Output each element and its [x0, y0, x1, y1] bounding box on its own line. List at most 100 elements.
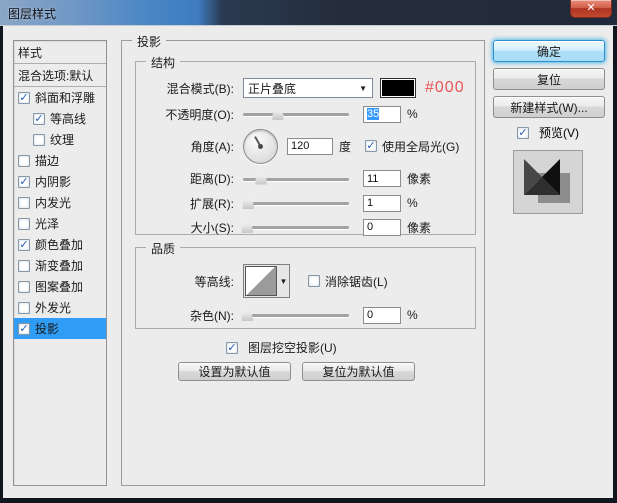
- noise-input[interactable]: 0: [363, 306, 401, 324]
- angle-unit: 度: [339, 139, 352, 154]
- outer-glow-checkbox[interactable]: [18, 301, 30, 314]
- distance-slider[interactable]: [243, 173, 349, 185]
- make-default-button[interactable]: 设置为默认值: [178, 362, 291, 381]
- shadow-color-swatch[interactable]: [380, 78, 416, 98]
- angle-value: 120: [291, 140, 310, 152]
- gradient-overlay-checkbox[interactable]: [18, 259, 30, 272]
- sidebar-item-contour[interactable]: ✓ 等高线: [14, 108, 106, 129]
- sidebar-item-blending-options[interactable]: 混合选项:默认: [14, 64, 106, 87]
- slider-thumb[interactable]: [241, 310, 253, 321]
- size-input[interactable]: 0: [363, 218, 401, 236]
- slider-thumb[interactable]: [255, 173, 267, 185]
- panel-legend: 投影: [132, 33, 167, 50]
- inner-shadow-checkbox[interactable]: ✓: [18, 175, 30, 188]
- structure-group: 结构 混合模式(B): 正片叠底 ▼ #000 不透明度(O): 35 % 角度…: [135, 54, 476, 236]
- anti-alias-checkbox[interactable]: [308, 275, 320, 287]
- texture-checkbox[interactable]: [33, 133, 45, 146]
- angle-hub: [258, 143, 263, 149]
- sidebar-item-drop-shadow[interactable]: ✓ 投影: [14, 318, 106, 339]
- bevel-emboss-checkbox[interactable]: ✓: [18, 91, 30, 104]
- sidebar-item-gradient-overlay[interactable]: 渐变叠加: [14, 255, 106, 276]
- titlebar: 图层样式 ✕: [0, 0, 617, 26]
- slider-thumb[interactable]: [242, 198, 254, 209]
- slider-thumb[interactable]: [272, 109, 284, 120]
- ok-button[interactable]: 确定: [493, 40, 605, 62]
- sidebar-item-color-overlay[interactable]: ✓ 颜色叠加: [14, 234, 106, 255]
- sidebar-item-bevel-emboss[interactable]: ✓ 斜面和浮雕: [14, 87, 106, 108]
- contour-checkbox[interactable]: ✓: [33, 112, 45, 125]
- angle-row: 角度(A): 120 度 ✓ 使用全局光(G): [142, 126, 469, 166]
- drop-shadow-checkbox[interactable]: ✓: [18, 322, 30, 335]
- distance-input[interactable]: 11: [363, 170, 401, 187]
- distance-row: 距离(D): 11 像素: [142, 166, 469, 191]
- use-global-light-option[interactable]: ✓ 使用全局光(G): [365, 138, 459, 155]
- style-preview-art: [514, 151, 582, 213]
- chevron-down-icon: ▼: [279, 276, 288, 286]
- item-label: 纹理: [50, 133, 75, 147]
- noise-label: 杂色(N):: [190, 308, 234, 323]
- noise-slider[interactable]: [241, 309, 349, 321]
- opacity-slider[interactable]: [243, 108, 349, 120]
- reset-default-button[interactable]: 复位为默认值: [302, 362, 415, 381]
- global-light-label[interactable]: 使用全局光(G): [382, 138, 459, 155]
- sidebar-item-texture[interactable]: 纹理: [14, 129, 106, 150]
- contour-label: 等高线:: [194, 274, 234, 289]
- drop-shadow-panel: 投影 结构 混合模式(B): 正片叠底 ▼ #000 不透明度(O): 35 %…: [121, 33, 485, 486]
- contour-picker[interactable]: ▼: [243, 264, 290, 298]
- angle-input[interactable]: 120: [287, 137, 333, 155]
- preview-label[interactable]: 预览(V): [539, 124, 579, 141]
- size-slider[interactable]: [241, 221, 349, 233]
- item-label: 内阴影: [35, 175, 72, 189]
- global-light-checkbox[interactable]: ✓: [365, 140, 378, 152]
- blend-mode-select[interactable]: 正片叠底 ▼: [243, 78, 373, 98]
- preview-checkbox[interactable]: ✓: [517, 126, 529, 139]
- contour-thumbnail: [245, 266, 277, 296]
- structure-legend: 结构: [146, 54, 181, 71]
- preview-option[interactable]: ✓ 预览(V): [493, 124, 608, 141]
- window-title: 图层样式: [8, 7, 57, 21]
- slider-groove: [243, 202, 349, 205]
- anti-alias-option[interactable]: 消除锯齿(L): [308, 273, 388, 290]
- color-overlay-checkbox[interactable]: ✓: [18, 238, 30, 251]
- pattern-overlay-checkbox[interactable]: [18, 280, 30, 293]
- opacity-unit: %: [407, 107, 418, 121]
- angle-dial[interactable]: [243, 128, 278, 164]
- spread-input[interactable]: 1: [363, 194, 401, 212]
- reset-button[interactable]: 复位: [493, 68, 605, 90]
- knockout-option[interactable]: ✓ 图层挖空投影(U): [122, 339, 484, 356]
- inner-glow-checkbox[interactable]: [18, 196, 30, 209]
- styles-list-header[interactable]: 样式: [14, 41, 106, 64]
- anti-alias-label[interactable]: 消除锯齿(L): [325, 273, 388, 290]
- opacity-label: 不透明度(O):: [165, 107, 234, 122]
- opacity-input[interactable]: 35: [363, 105, 401, 123]
- knockout-checkbox[interactable]: ✓: [226, 341, 238, 354]
- spread-slider[interactable]: [242, 197, 349, 209]
- action-column: 确定 复位 新建样式(W)... ✓ 预览(V): [493, 40, 608, 214]
- distance-unit: 像素: [407, 172, 432, 186]
- new-style-button[interactable]: 新建样式(W)...: [493, 96, 605, 118]
- noise-value: 0: [367, 309, 374, 321]
- default-buttons-row: 设置为默认值 复位为默认值: [122, 362, 484, 381]
- size-value: 0: [367, 221, 374, 233]
- sidebar-item-outer-glow[interactable]: 外发光: [14, 297, 106, 318]
- stroke-checkbox[interactable]: [18, 154, 30, 167]
- knockout-label[interactable]: 图层挖空投影(U): [248, 339, 337, 356]
- distance-value: 11: [367, 172, 379, 185]
- item-label: 投影: [35, 322, 60, 336]
- sidebar-item-satin[interactable]: 光泽: [14, 213, 106, 234]
- color-hex-annotation: #000: [425, 79, 465, 96]
- noise-row: 杂色(N): 0 %: [142, 302, 469, 328]
- styles-header-label: 样式: [18, 45, 43, 60]
- sidebar-item-inner-glow[interactable]: 内发光: [14, 192, 106, 213]
- satin-checkbox[interactable]: [18, 217, 30, 230]
- slider-thumb[interactable]: [241, 222, 253, 233]
- sidebar-item-stroke[interactable]: 描边: [14, 150, 106, 171]
- quality-group: 品质 等高线: ▼ 消除锯齿(L) 杂色(N): 0 %: [135, 240, 476, 329]
- size-label: 大小(S):: [190, 220, 234, 235]
- style-preview-thumbnail: [513, 150, 583, 214]
- styles-list: 样式 混合选项:默认 ✓ 斜面和浮雕 ✓ 等高线 纹理 描边 ✓ 内阴影 内发光…: [13, 40, 107, 486]
- sidebar-item-pattern-overlay[interactable]: 图案叠加: [14, 276, 106, 297]
- sidebar-item-inner-shadow[interactable]: ✓ 内阴影: [14, 171, 106, 192]
- close-button[interactable]: ✕: [570, 0, 612, 18]
- spread-unit: %: [407, 196, 418, 210]
